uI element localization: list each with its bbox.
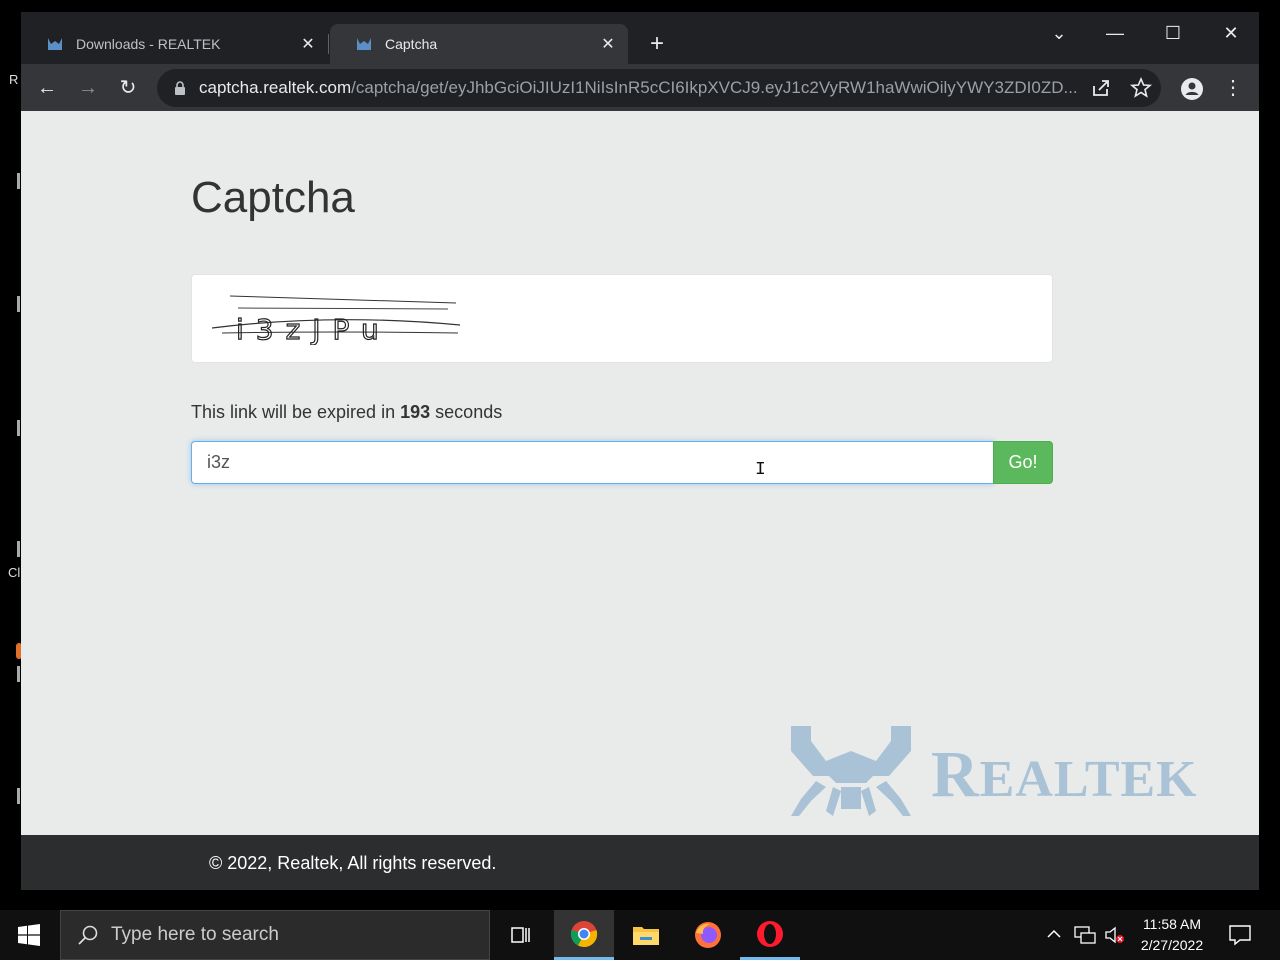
browser-menu-button[interactable]: ⋮ <box>1221 74 1245 102</box>
tab-divider <box>328 34 329 54</box>
minimize-button[interactable]: — <box>1093 18 1137 48</box>
realtek-wordmark: REALTEK <box>931 737 1198 813</box>
volume-tray-button[interactable] <box>1104 926 1126 947</box>
chrome-icon <box>570 920 598 947</box>
search-icon <box>78 925 98 945</box>
clock-time: 11:58 AM <box>1142 916 1202 932</box>
url-host: captcha.realtek.com <box>199 78 352 97</box>
desktop-icon <box>17 173 20 189</box>
desktop-icon <box>17 296 20 312</box>
windows-start-icon[interactable] <box>18 924 40 946</box>
tab-title: Captcha <box>385 36 438 52</box>
desktop-icon <box>17 666 20 682</box>
captcha-input-group: Go! <box>191 441 1053 484</box>
lock-icon[interactable] <box>173 81 187 95</box>
desktop-icon-label: R <box>9 72 19 87</box>
tab-downloads-realtek[interactable]: Downloads - REALTEK ✕ <box>21 24 328 64</box>
url-text: captcha.realtek.com/captcha/get/eyJhbGci… <box>199 78 1079 98</box>
taskbar-search-box[interactable]: Type here to search <box>60 910 490 960</box>
show-hidden-icons-button[interactable] <box>1046 926 1062 945</box>
task-view-button[interactable] <box>490 910 550 960</box>
realtek-logo: REALTEK <box>781 721 1241 821</box>
expiry-suffix: seconds <box>435 402 503 422</box>
realtek-favicon-icon <box>357 38 371 50</box>
desktop-icon-label: Cl <box>8 565 21 580</box>
folder-icon <box>633 927 659 945</box>
text-cursor-icon: I <box>755 460 766 480</box>
page-content: Captcha i3zJPu This link will be expired… <box>21 111 1259 835</box>
captcha-panel: i3zJPu <box>191 274 1053 363</box>
logo-letters: EALTEK <box>979 751 1198 808</box>
browser-window: Downloads - REALTEK ✕ Captcha ✕ + ⌄ — ☐ … <box>21 12 1259 890</box>
realtek-favicon-icon <box>48 38 62 50</box>
captcha-characters: i3zJPu <box>236 313 391 345</box>
firefox-icon <box>695 922 721 948</box>
bookmark-star-icon[interactable] <box>1129 76 1153 100</box>
close-tab-icon[interactable]: ✕ <box>598 34 618 54</box>
tab-search-button[interactable]: ⌄ <box>1037 18 1081 48</box>
go-button[interactable]: Go! <box>993 441 1053 484</box>
taskbar-firefox[interactable] <box>678 910 738 960</box>
forward-button[interactable]: → <box>74 74 102 102</box>
volume-muted-icon <box>1105 926 1124 944</box>
task-view-icon <box>511 927 530 943</box>
clock-date: 2/27/2022 <box>1140 937 1204 953</box>
url-path: /captcha/get/eyJhbGciOiJIUzI1NiIsInR5cCI… <box>351 78 1078 97</box>
copyright-text: © 2022, Realtek, All rights reserved. <box>209 853 497 873</box>
new-tab-button[interactable]: + <box>645 30 669 58</box>
taskbar-chrome[interactable] <box>554 910 614 960</box>
page-title: Captcha <box>191 173 355 222</box>
desktop-icon <box>17 420 20 436</box>
realtek-crab-logo-icon <box>791 726 911 816</box>
close-tab-icon[interactable]: ✕ <box>298 34 318 54</box>
address-bar[interactable]: captcha.realtek.com/captcha/get/eyJhbGci… <box>157 69 1161 107</box>
logo-letter: R <box>931 738 980 811</box>
desktop-icon <box>17 788 20 804</box>
tab-captcha[interactable]: Captcha ✕ <box>330 24 628 64</box>
captcha-image: i3zJPu <box>212 295 461 345</box>
expiry-seconds: 193 <box>400 402 431 422</box>
maximize-button[interactable]: ☐ <box>1151 18 1195 48</box>
search-placeholder: Type here to search <box>111 924 279 945</box>
expiry-notice: This link will be expired in 193 seconds <box>191 402 502 423</box>
windows-taskbar: Type here to search 11:58 AM 2/27/2022 <box>0 910 1280 960</box>
chevron-up-icon <box>1047 929 1061 938</box>
taskbar-opera[interactable] <box>740 910 800 960</box>
desktop-icon <box>17 541 20 557</box>
taskbar-file-explorer[interactable] <box>616 910 676 960</box>
share-icon[interactable] <box>1089 76 1113 100</box>
back-button[interactable]: ← <box>33 74 61 102</box>
network-icon <box>1074 926 1096 944</box>
profile-avatar-icon[interactable] <box>1181 78 1203 100</box>
taskbar-clock[interactable]: 11:58 AM 2/27/2022 <box>1130 914 1214 956</box>
tab-strip: Downloads - REALTEK ✕ Captcha ✕ + ⌄ — ☐ … <box>21 12 1259 64</box>
network-tray-button[interactable] <box>1074 926 1096 947</box>
notification-center-icon[interactable] <box>1228 924 1252 946</box>
browser-toolbar: ← → ↻ captcha.realtek.com/captcha/get/ey… <box>21 64 1259 111</box>
page-footer: © 2022, Realtek, All rights reserved. <box>21 835 1259 890</box>
expiry-prefix: This link will be expired in <box>191 402 396 422</box>
desktop-background: R Cl <box>0 0 22 910</box>
opera-icon <box>757 920 783 947</box>
desktop-top-strip <box>0 0 1280 12</box>
close-window-button[interactable]: ✕ <box>1209 18 1253 48</box>
reload-button[interactable]: ↻ <box>114 74 142 102</box>
tab-title: Downloads - REALTEK <box>76 36 221 52</box>
captcha-input[interactable] <box>191 441 994 484</box>
